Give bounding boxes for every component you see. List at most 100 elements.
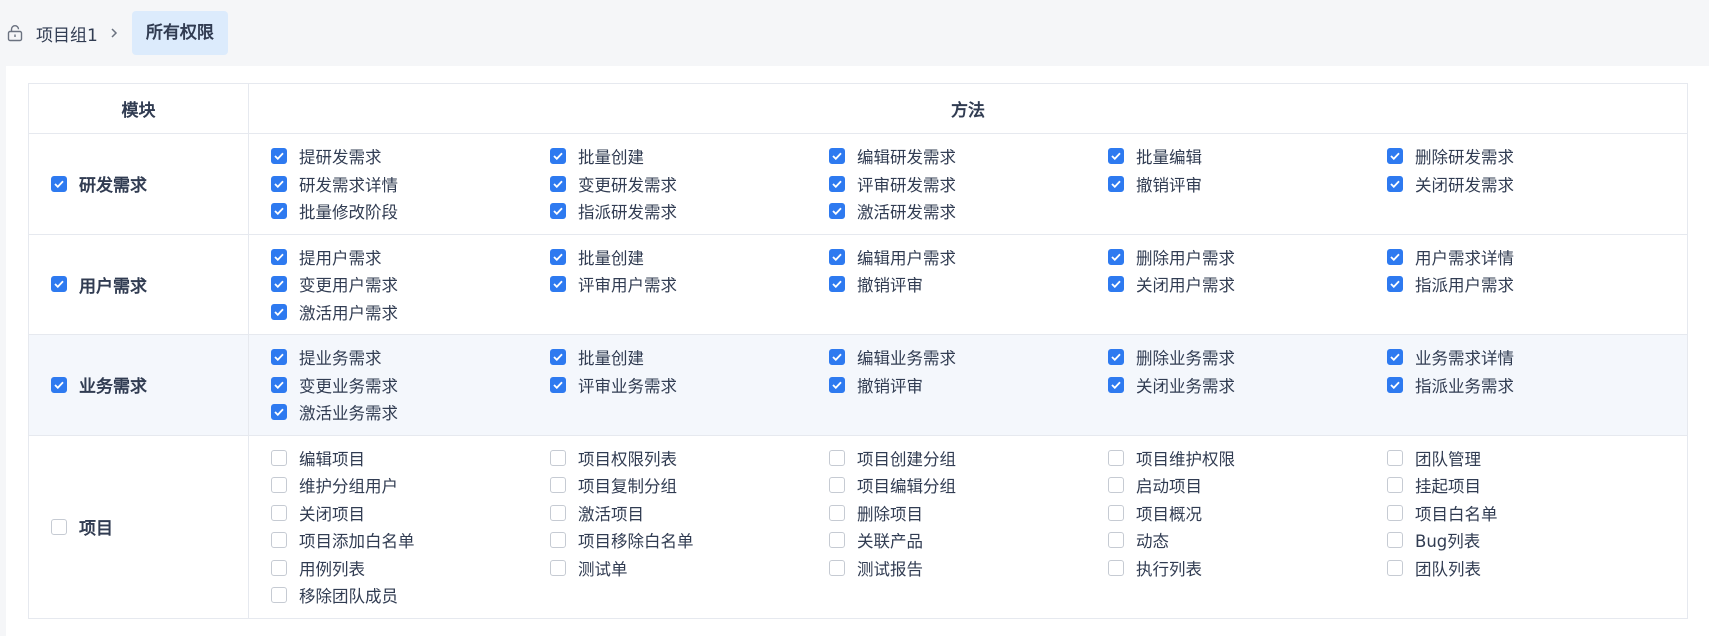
method-checkbox[interactable]	[271, 404, 287, 421]
method-checkbox[interactable]	[550, 532, 566, 549]
method-item[interactable]: 评审研发需求	[829, 174, 1108, 195]
method-item[interactable]: 研发需求详情	[271, 174, 550, 195]
method-checkbox[interactable]	[1387, 559, 1403, 576]
method-checkbox[interactable]	[1108, 248, 1124, 265]
method-checkbox[interactable]	[829, 175, 845, 192]
method-item[interactable]: 项目权限列表	[550, 448, 829, 469]
method-checkbox[interactable]	[1108, 504, 1124, 521]
method-item[interactable]: 批量编辑	[1108, 146, 1387, 167]
method-checkbox[interactable]	[550, 276, 566, 293]
method-checkbox[interactable]	[1108, 532, 1124, 549]
method-checkbox[interactable]	[271, 276, 287, 293]
method-item[interactable]: 批量创建	[550, 247, 829, 268]
method-checkbox[interactable]	[1108, 276, 1124, 293]
method-checkbox[interactable]	[550, 477, 566, 494]
method-item[interactable]: 编辑业务需求	[829, 347, 1108, 368]
method-item[interactable]: 提业务需求	[271, 347, 550, 368]
method-checkbox[interactable]	[271, 559, 287, 576]
method-item[interactable]: 项目维护权限	[1108, 448, 1387, 469]
method-checkbox[interactable]	[829, 532, 845, 549]
method-checkbox[interactable]	[1108, 349, 1124, 366]
method-checkbox[interactable]	[1387, 175, 1403, 192]
method-item[interactable]: 挂起项目	[1387, 475, 1666, 496]
method-item[interactable]: 激活项目	[550, 503, 829, 524]
method-item[interactable]: 指派研发需求	[550, 201, 829, 222]
method-checkbox[interactable]	[1387, 248, 1403, 265]
method-item[interactable]: 撤销评审	[829, 274, 1108, 295]
method-item[interactable]: 变更研发需求	[550, 174, 829, 195]
method-item[interactable]: 项目创建分组	[829, 448, 1108, 469]
method-item[interactable]: 编辑研发需求	[829, 146, 1108, 167]
method-checkbox[interactable]	[1387, 349, 1403, 366]
method-checkbox[interactable]	[829, 449, 845, 466]
method-checkbox[interactable]	[550, 504, 566, 521]
method-checkbox[interactable]	[829, 504, 845, 521]
method-checkbox[interactable]	[1108, 376, 1124, 393]
method-checkbox[interactable]	[550, 175, 566, 192]
method-checkbox[interactable]	[829, 559, 845, 576]
method-item[interactable]: 评审用户需求	[550, 274, 829, 295]
method-item[interactable]: 删除研发需求	[1387, 146, 1666, 167]
method-item[interactable]: 维护分组用户	[271, 475, 550, 496]
method-checkbox[interactable]	[1387, 477, 1403, 494]
method-item[interactable]: 项目概况	[1108, 503, 1387, 524]
method-checkbox[interactable]	[1108, 449, 1124, 466]
method-item[interactable]: 团队列表	[1387, 558, 1666, 579]
method-item[interactable]: 变更业务需求	[271, 375, 550, 396]
method-item[interactable]: 测试报告	[829, 558, 1108, 579]
method-checkbox[interactable]	[550, 203, 566, 220]
method-checkbox[interactable]	[829, 477, 845, 494]
method-item[interactable]: 指派用户需求	[1387, 274, 1666, 295]
method-checkbox[interactable]	[1387, 276, 1403, 293]
method-item[interactable]: 关闭项目	[271, 503, 550, 524]
method-item[interactable]: 执行列表	[1108, 558, 1387, 579]
method-checkbox[interactable]	[829, 148, 845, 165]
method-item[interactable]: 项目移除白名单	[550, 530, 829, 551]
method-item[interactable]: 移除团队成员	[271, 585, 550, 606]
method-item[interactable]: Bug列表	[1387, 530, 1666, 551]
module-checkbox[interactable]	[51, 518, 67, 535]
method-checkbox[interactable]	[271, 477, 287, 494]
method-item[interactable]: 启动项目	[1108, 475, 1387, 496]
method-item[interactable]: 项目复制分组	[550, 475, 829, 496]
method-item[interactable]: 项目白名单	[1387, 503, 1666, 524]
method-checkbox[interactable]	[550, 376, 566, 393]
method-checkbox[interactable]	[1108, 559, 1124, 576]
module-checkbox[interactable]	[51, 175, 67, 192]
module-checkbox-label[interactable]: 业务需求	[51, 372, 248, 397]
method-item[interactable]: 团队管理	[1387, 448, 1666, 469]
method-checkbox[interactable]	[271, 587, 287, 604]
method-item[interactable]: 用例列表	[271, 558, 550, 579]
method-checkbox[interactable]	[1387, 449, 1403, 466]
method-item[interactable]: 关闭用户需求	[1108, 274, 1387, 295]
method-item[interactable]: 删除项目	[829, 503, 1108, 524]
module-checkbox-label[interactable]: 项目	[51, 514, 248, 539]
method-item[interactable]: 变更用户需求	[271, 274, 550, 295]
module-checkbox[interactable]	[51, 376, 67, 393]
method-checkbox[interactable]	[1387, 532, 1403, 549]
method-checkbox[interactable]	[550, 559, 566, 576]
method-item[interactable]: 撤销评审	[829, 375, 1108, 396]
module-checkbox[interactable]	[51, 276, 67, 293]
method-item[interactable]: 业务需求详情	[1387, 347, 1666, 368]
method-checkbox[interactable]	[271, 248, 287, 265]
method-checkbox[interactable]	[829, 376, 845, 393]
method-checkbox[interactable]	[829, 276, 845, 293]
method-checkbox[interactable]	[1387, 504, 1403, 521]
method-checkbox[interactable]	[1108, 477, 1124, 494]
method-item[interactable]: 激活用户需求	[271, 302, 550, 323]
method-item[interactable]: 编辑用户需求	[829, 247, 1108, 268]
module-checkbox-label[interactable]: 用户需求	[51, 272, 248, 297]
method-item[interactable]: 测试单	[550, 558, 829, 579]
method-checkbox[interactable]	[271, 504, 287, 521]
method-checkbox[interactable]	[550, 248, 566, 265]
method-checkbox[interactable]	[829, 349, 845, 366]
method-item[interactable]: 提用户需求	[271, 247, 550, 268]
method-checkbox[interactable]	[550, 449, 566, 466]
method-item[interactable]: 批量修改阶段	[271, 201, 550, 222]
method-item[interactable]: 批量创建	[550, 146, 829, 167]
method-checkbox[interactable]	[550, 148, 566, 165]
method-checkbox[interactable]	[271, 449, 287, 466]
method-checkbox[interactable]	[1108, 175, 1124, 192]
method-item[interactable]: 批量创建	[550, 347, 829, 368]
